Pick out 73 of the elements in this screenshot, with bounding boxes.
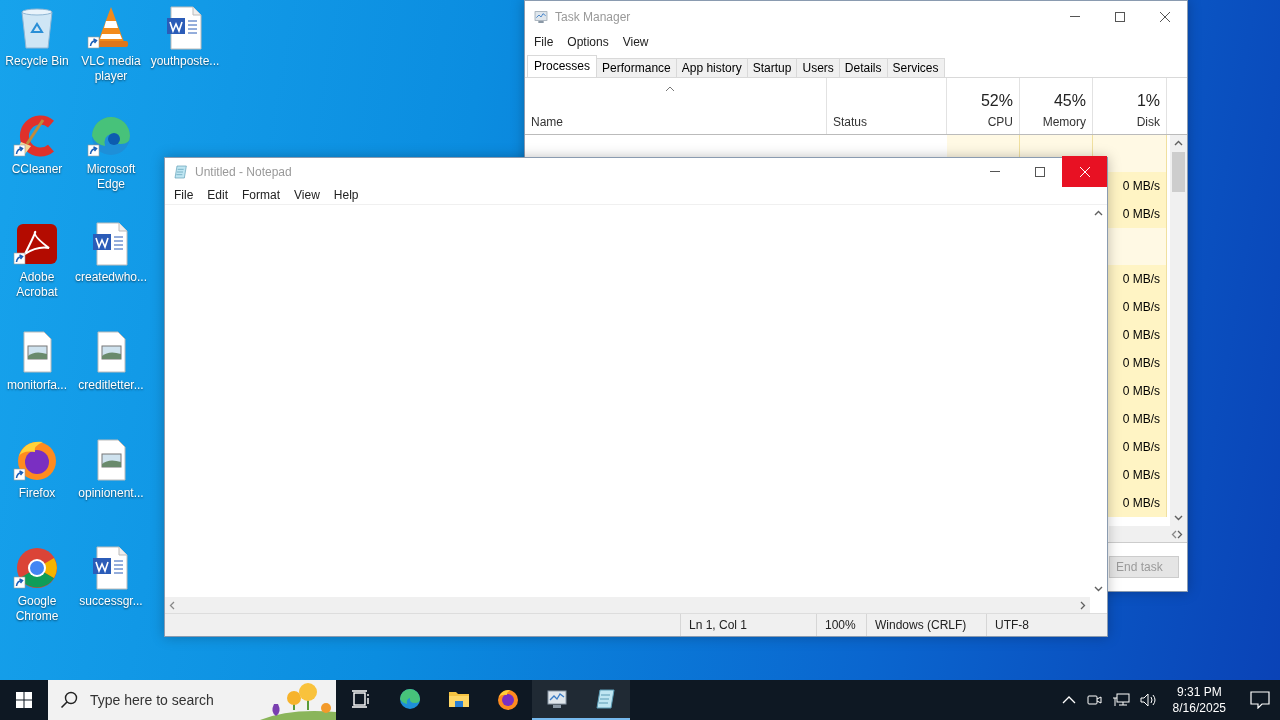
usage-percent: 1%: [1136, 92, 1160, 110]
notepad-icon: [173, 163, 189, 180]
scrollbar-thumb[interactable]: [1172, 152, 1185, 192]
scroll-right-icon[interactable]: [1177, 529, 1183, 539]
column-name: Name: [531, 115, 564, 129]
column-name: Memory: [1042, 115, 1086, 129]
window-title: Task Manager: [555, 9, 632, 24]
menu-item[interactable]: View: [615, 34, 656, 49]
vertical-scrollbar[interactable]: [1170, 135, 1187, 526]
usage-percent: 45%: [1053, 92, 1086, 110]
monitor-chart-icon: [544, 687, 569, 711]
windows-logo-icon: [16, 692, 32, 708]
search-bar[interactable]: Type here to search: [48, 680, 336, 720]
menu-item[interactable]: View: [287, 187, 327, 202]
tab[interactable]: Performance: [596, 58, 677, 77]
clock[interactable]: 9:31 PM 8/16/2025: [1172, 684, 1226, 716]
scroll-up-icon[interactable]: [1094, 210, 1103, 216]
maximize-icon: [1034, 166, 1045, 177]
status-text: UTF-8: [986, 614, 1107, 636]
column-header[interactable]: 45% Memory: [1020, 78, 1093, 134]
menu-item[interactable]: Options: [560, 34, 616, 49]
menu-item[interactable]: File: [527, 34, 561, 49]
menu-item[interactable]: Help: [326, 187, 366, 202]
close-icon: [1079, 166, 1090, 177]
scroll-left-icon[interactable]: [169, 600, 175, 610]
chevron-up-icon[interactable]: [1061, 696, 1076, 704]
taskbar-button[interactable]: [532, 680, 581, 720]
monitor-chart-icon: [533, 8, 549, 25]
camera-icon[interactable]: [1085, 692, 1102, 708]
edge-icon: [397, 687, 422, 711]
horizontal-scrollbar[interactable]: [1109, 526, 1187, 542]
search-icon: [60, 691, 78, 709]
status-text: Ln 1, Col 1: [680, 614, 816, 636]
network-icon[interactable]: [1111, 692, 1130, 708]
status-text: Windows (CRLF): [866, 614, 986, 636]
notification-icon[interactable]: [1250, 691, 1270, 709]
tab[interactable]: Processes: [527, 55, 598, 77]
scroll-up-icon[interactable]: [1174, 140, 1183, 146]
column-name: Status: [833, 115, 869, 129]
usage-percent: 52%: [980, 92, 1013, 110]
speaker-icon[interactable]: [1139, 692, 1158, 708]
status-text: 100%: [816, 614, 866, 636]
firefox-icon: [495, 687, 520, 711]
sort-caret-icon: [665, 86, 675, 92]
scroll-left-icon[interactable]: [1171, 529, 1177, 539]
scroll-down-icon[interactable]: [1094, 586, 1103, 592]
minimize-icon: [1069, 16, 1080, 17]
menu-item[interactable]: Format: [235, 187, 288, 202]
column-header[interactable]: 1% Disk: [1093, 78, 1167, 134]
window-title: Untitled - Notepad: [195, 164, 293, 179]
clock-date: 8/16/2025: [1172, 700, 1226, 716]
tab[interactable]: Details: [838, 58, 888, 77]
tab[interactable]: Services: [886, 58, 945, 77]
scroll-right-icon[interactable]: [1080, 600, 1086, 610]
notepad-icon: [593, 687, 618, 711]
column-name: Disk: [1136, 115, 1160, 129]
column-header[interactable]: Name: [525, 78, 827, 134]
clock-time: 9:31 PM: [1176, 684, 1222, 700]
column-name: CPU: [987, 115, 1013, 129]
tab[interactable]: App history: [675, 58, 748, 77]
horizontal-scrollbar[interactable]: [165, 597, 1090, 613]
tab[interactable]: Users: [796, 58, 840, 77]
taskbar-button[interactable]: [581, 680, 630, 720]
search-input[interactable]: Type here to search: [88, 691, 260, 709]
minimize-icon: [989, 171, 1000, 172]
close-icon: [1159, 11, 1170, 22]
column-header[interactable]: Status: [827, 78, 947, 134]
scroll-down-icon[interactable]: [1174, 515, 1183, 521]
menu-item[interactable]: File: [167, 187, 201, 202]
column-header[interactable]: 52% CPU: [947, 78, 1020, 134]
maximize-icon: [1114, 11, 1125, 22]
tab[interactable]: Startup: [746, 58, 798, 77]
menu-item[interactable]: Edit: [200, 187, 236, 202]
